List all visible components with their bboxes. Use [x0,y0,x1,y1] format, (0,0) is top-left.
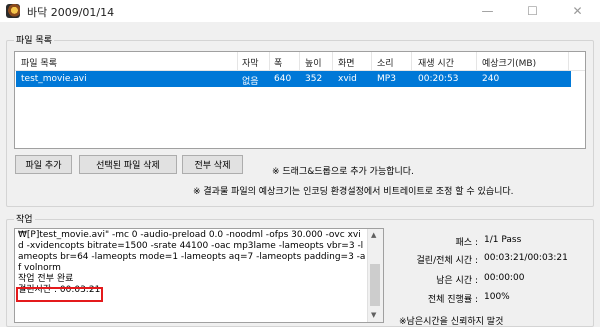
progress-label: 전체 진행률 : [427,295,478,305]
remaining-label: 남은 시간 : [436,276,478,286]
column-header-subtitle[interactable]: 자막 [242,56,259,69]
elapsed-value: 00:03:21/00:03:21 [484,253,568,263]
column-divider[interactable] [476,52,477,70]
column-divider[interactable] [332,52,333,70]
column-header-height[interactable]: 높이 [305,56,322,69]
cell-duration: 00:20:53 [418,74,459,84]
remaining-time-note: ※남은시간을 신뢰하지 말것 [399,317,504,327]
column-divider[interactable] [568,52,569,70]
column-divider[interactable] [237,52,238,70]
remaining-value: 00:00:00 [484,273,525,283]
column-divider[interactable] [371,52,372,70]
app-icon [6,4,20,18]
column-divider[interactable] [269,52,270,70]
cell-width: 640 [274,74,292,84]
log-complete-line: 작업 전부 완료 [18,274,74,284]
log-command-line: ₩[P]test_movie.avi" -mc 0 -audio-preload… [18,230,366,273]
job-group-label: 작업 [14,212,35,225]
job-log[interactable]: ₩[P]test_movie.avi" -mc 0 -audio-preload… [14,228,384,323]
cell-video: xvid [338,74,357,84]
column-header-file[interactable]: 파일 목록 [21,56,57,69]
column-header-width[interactable]: 폭 [274,56,282,69]
file-list-view[interactable]: 파일 목록 자막 폭 높이 화면 소리 재생 시간 예상크기(MB) test_… [14,51,586,149]
column-header-audio[interactable]: 소리 [377,56,394,69]
scroll-down-arrow-icon[interactable]: ▼ [371,311,376,319]
window-title: 바닥 2009/01/14 [27,6,115,19]
file-list-row[interactable]: test_movie.avi 없음 640 352 xvid MP3 00:20… [16,71,571,87]
scroll-up-arrow-icon[interactable]: ▲ [371,231,376,239]
add-file-button[interactable]: 파일 추가 [15,155,72,174]
progress-value: 100% [484,292,510,302]
column-header-size[interactable]: 예상크기(MB) [482,56,536,69]
delete-selected-button[interactable]: 선택된 파일 삭제 [79,155,177,174]
cell-subtitle: 없음 [242,77,259,87]
cell-file-name: test_movie.avi [21,74,87,84]
log-scrollbar[interactable]: ▲ ▼ [367,229,383,322]
column-header-duration[interactable]: 재생 시간 [418,56,454,69]
column-divider[interactable] [411,52,412,70]
column-divider[interactable] [299,52,300,70]
cell-height: 352 [305,74,323,84]
maximize-button[interactable]: ☐ [510,0,555,22]
elapsed-time-highlight [16,287,103,302]
pass-value: 1/1 Pass [484,235,522,245]
minimize-button[interactable]: — [465,0,510,22]
column-header-video[interactable]: 화면 [338,56,355,69]
pass-label: 패스 : [455,238,478,248]
cell-size: 240 [482,74,500,84]
file-list-group-label: 파일 목록 [14,33,54,46]
app-window: 바닥 2009/01/14 — ☐ ✕ 파일 목록 파일 목록 자막 폭 높이 … [0,0,600,327]
stats-labels: 패스 : 걸린/전체 시간 : 남은 시간 : 전체 진행률 : [390,230,478,310]
file-list-header: 파일 목록 자막 폭 높이 화면 소리 재생 시간 예상크기(MB) [15,52,585,71]
size-note: ※ 결과물 파일의 예상크기는 인코딩 환경설정에서 비트레이트로 조정 할 수… [193,187,514,197]
scrollbar-thumb[interactable] [370,264,380,306]
title-bar[interactable]: 바닥 2009/01/14 — ☐ ✕ [0,0,600,22]
cell-audio: MP3 [377,74,396,84]
elapsed-label: 걸린/전체 시간 : [416,256,478,266]
drag-drop-note: ※ 드래그&드롭으로 추가 가능합니다. [272,167,414,177]
delete-all-button[interactable]: 전부 삭제 [182,155,243,174]
close-button[interactable]: ✕ [555,0,600,22]
